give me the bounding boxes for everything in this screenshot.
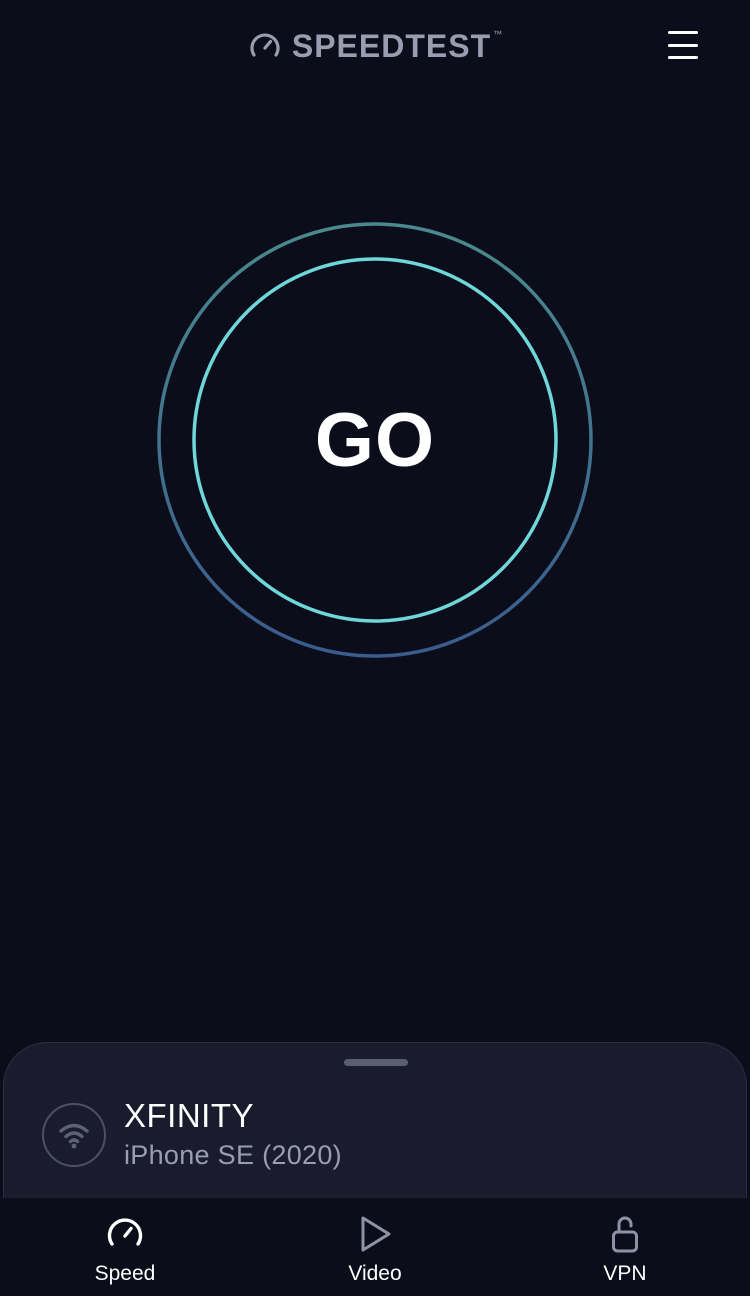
trademark-mark: ™ xyxy=(493,29,503,39)
provider-name: XFINITY xyxy=(124,1097,255,1134)
play-icon xyxy=(361,1216,391,1252)
go-button-container: GO xyxy=(157,222,593,658)
go-label: GO xyxy=(314,397,436,483)
speedometer-icon xyxy=(250,33,280,57)
tab-speed[interactable]: Speed xyxy=(0,1198,250,1296)
connection-sheet[interactable]: XFINITY iPhone SE (2020) xyxy=(3,1042,747,1222)
brand-name: SPEEDTEST xyxy=(291,27,492,64)
menu-line xyxy=(668,43,698,47)
tab-bar: Speed Video VPN xyxy=(0,1198,750,1296)
tab-video[interactable]: Video xyxy=(250,1198,500,1296)
menu-line xyxy=(668,56,698,59)
device-name: iPhone SE (2020) xyxy=(124,1140,342,1170)
menu-line xyxy=(668,31,698,34)
header: SPEEDTEST ™ xyxy=(0,0,750,96)
connection-text: XFINITY iPhone SE (2020) xyxy=(124,1097,342,1173)
connection-info[interactable]: XFINITY iPhone SE (2020) xyxy=(42,1097,342,1173)
brand-logo: SPEEDTEST ™ xyxy=(0,26,750,66)
speedometer-icon xyxy=(107,1218,143,1246)
tab-label: Speed xyxy=(94,1262,156,1285)
sheet-drag-handle[interactable] xyxy=(344,1059,408,1066)
unlock-icon xyxy=(612,1216,638,1253)
wifi-badge xyxy=(42,1103,106,1167)
hamburger-menu-icon[interactable] xyxy=(668,28,700,62)
tab-label: VPN xyxy=(603,1262,647,1285)
go-button[interactable]: GO xyxy=(193,258,557,622)
wifi-icon xyxy=(59,1123,89,1149)
speedtest-app: SPEEDTEST ™ GO XFINITY iPhone SE (2020) … xyxy=(0,0,750,1296)
tab-label: Video xyxy=(348,1262,402,1285)
tab-vpn[interactable]: VPN xyxy=(500,1198,750,1296)
